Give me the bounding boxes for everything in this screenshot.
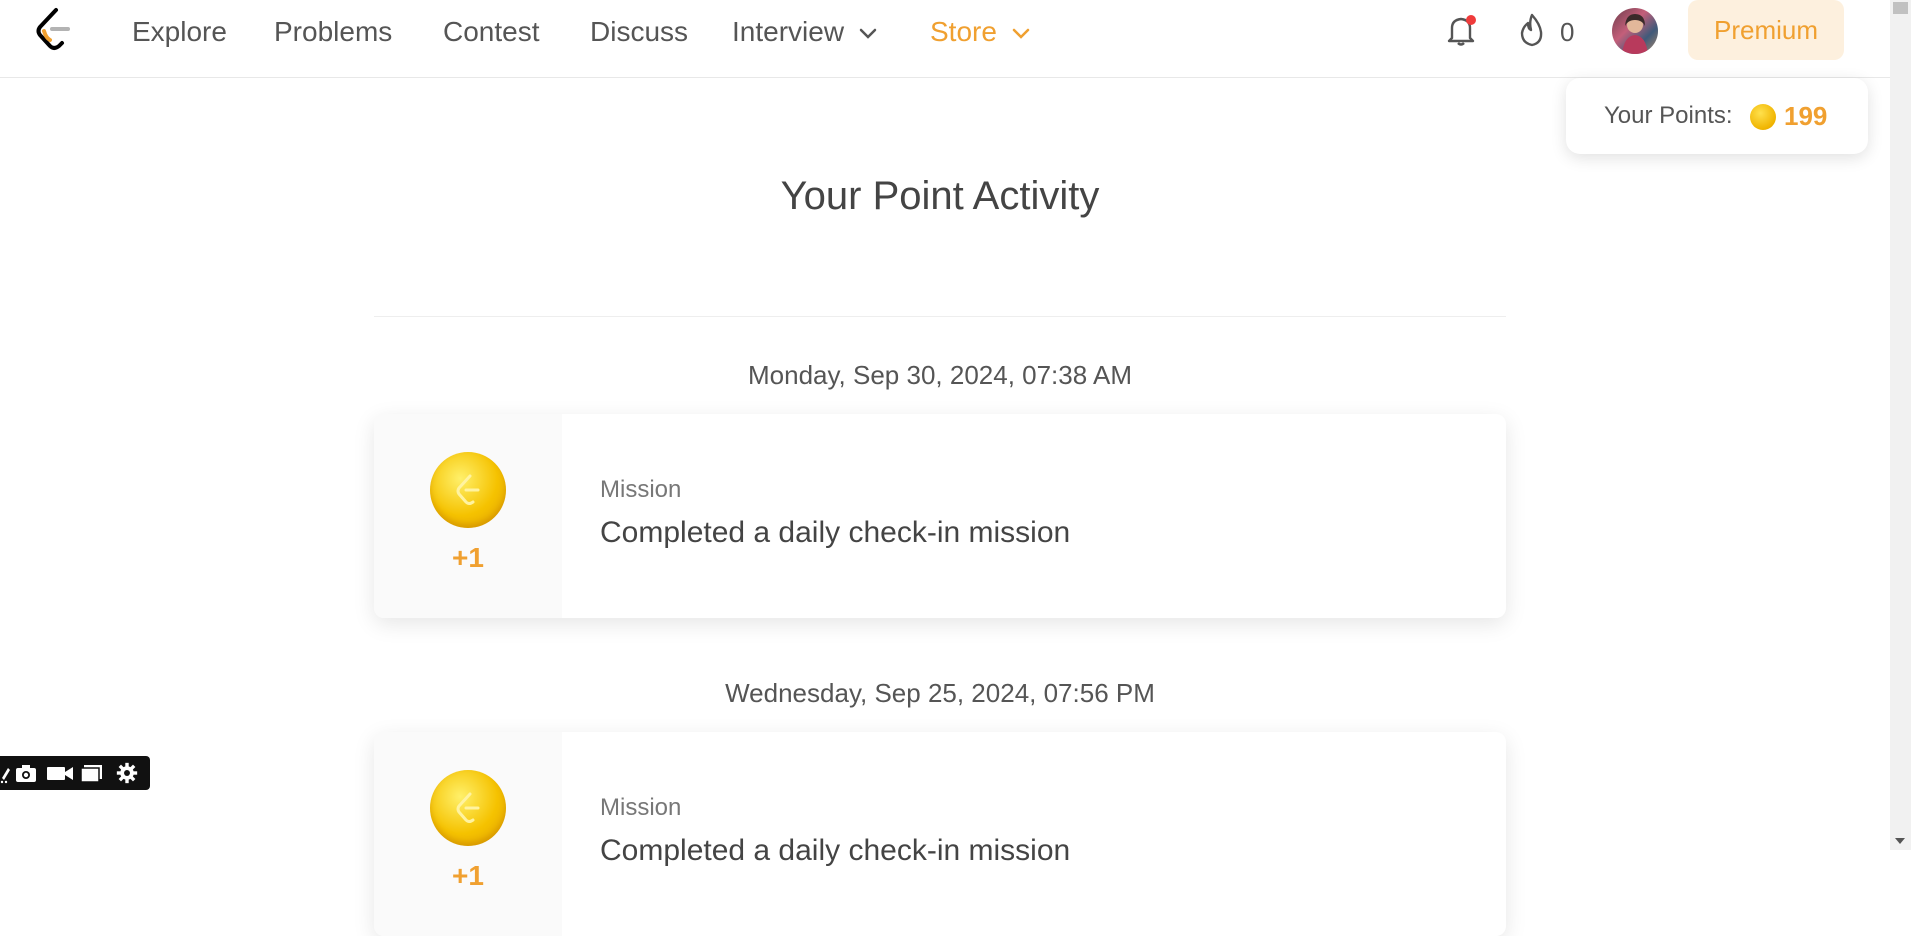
video-icon[interactable]: [46, 762, 74, 784]
activity-date: Monday, Sep 30, 2024, 07:38 AM: [747, 360, 1132, 390]
edit-icon[interactable]: [0, 762, 12, 784]
nav-store[interactable]: Store: [930, 12, 1031, 52]
activity-type: Mission: [600, 476, 682, 503]
nav-interview[interactable]: Interview: [732, 12, 878, 52]
nav-problems[interactable]: Problems: [274, 12, 392, 52]
activity-card: +1 Mission Completed a daily check-in mi…: [374, 414, 1506, 618]
divider: [374, 316, 1506, 317]
bell-icon[interactable]: [1444, 12, 1480, 48]
nav-explore[interactable]: Explore: [132, 12, 227, 52]
window-icon[interactable]: [80, 762, 104, 784]
nav-interview-label: Interview: [732, 16, 845, 47]
flame-icon[interactable]: [1516, 12, 1548, 48]
activity-card: +1 Mission Completed a daily check-in mi…: [374, 732, 1506, 936]
dev-toolbar: [0, 756, 150, 790]
points-value: 199: [1784, 101, 1828, 131]
coin-icon: [430, 452, 506, 528]
coin-icon: [430, 770, 506, 846]
nav-contest[interactable]: Contest: [443, 12, 540, 52]
top-navbar: Explore Problems Contest Discuss Intervi…: [0, 0, 1890, 78]
points-popup: Your Points: 199: [1566, 78, 1868, 154]
chevron-down-icon: [1012, 28, 1029, 39]
scrollbar-thumb[interactable]: [1893, 2, 1908, 14]
activity-description: Completed a daily check-in mission: [600, 516, 1071, 549]
camera-icon[interactable]: [14, 762, 38, 784]
nav-discuss[interactable]: Discuss: [590, 12, 688, 52]
activity-description: Completed a daily check-in mission: [600, 834, 1071, 867]
activity-date: Wednesday, Sep 25, 2024, 07:56 PM: [725, 678, 1155, 708]
scroll-down-arrow-icon[interactable]: [1894, 836, 1906, 846]
activity-points-panel: +1: [374, 732, 562, 936]
points-delta: +1: [452, 542, 484, 573]
leetcode-logo-icon[interactable]: [30, 6, 76, 52]
activity-type: Mission: [600, 794, 682, 821]
gear-icon[interactable]: [114, 762, 140, 784]
page-title: Your Point Activity: [780, 174, 1100, 218]
premium-button[interactable]: Premium: [1688, 0, 1844, 60]
nav-store-label: Store: [930, 16, 997, 47]
avatar[interactable]: [1612, 8, 1658, 54]
avatar-image: [1622, 14, 1648, 54]
points-delta: +1: [452, 860, 484, 891]
scrollbar[interactable]: [1890, 0, 1911, 850]
coin-icon: [1750, 104, 1776, 130]
points-label: Your Points:: [1604, 102, 1733, 129]
activity-points-panel: +1: [374, 414, 562, 618]
streak-count: 0: [1560, 17, 1575, 47]
chevron-down-icon: [859, 28, 877, 39]
